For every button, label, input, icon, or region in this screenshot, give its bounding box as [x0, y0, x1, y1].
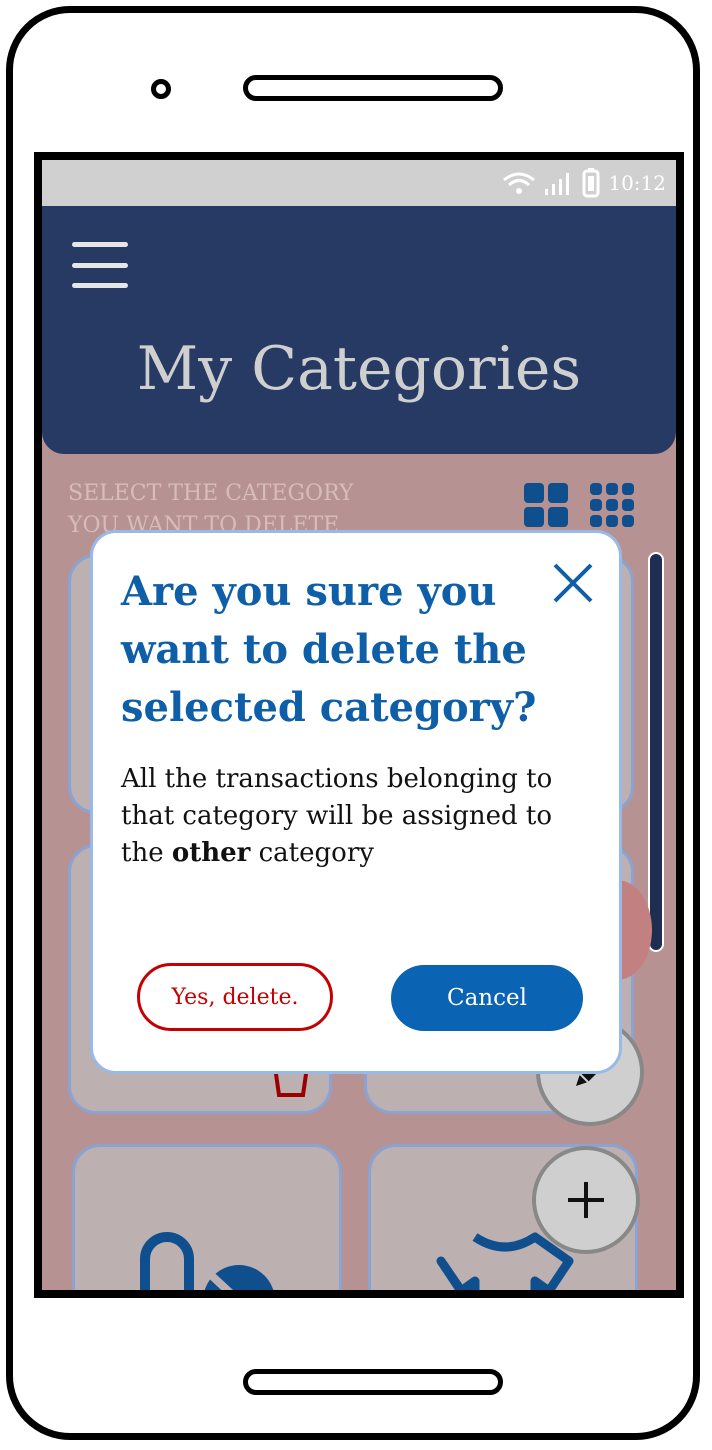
home-button[interactable]: [243, 1369, 503, 1395]
confirm-delete-button[interactable]: Yes, delete.: [137, 963, 333, 1031]
close-icon[interactable]: [549, 559, 597, 607]
add-category-button[interactable]: [532, 1146, 640, 1254]
page-title: My Categories: [136, 334, 582, 404]
speaker: [243, 75, 503, 101]
pill-icon: [140, 1232, 274, 1290]
menu-icon[interactable]: [72, 242, 128, 288]
wifi-icon: [503, 172, 536, 194]
camera: [151, 79, 171, 99]
app-header: My Categories: [42, 206, 676, 454]
battery-icon: [582, 168, 600, 198]
dialog-message: All the transactions belonging to that c…: [121, 764, 553, 868]
grid-2x2-icon[interactable]: [524, 483, 568, 527]
scrollbar[interactable]: [648, 552, 664, 952]
category-tile[interactable]: [72, 1144, 342, 1290]
plus-icon: [568, 1182, 604, 1218]
status-time: 10:12: [608, 171, 666, 195]
status-bar: 10:12: [42, 160, 676, 206]
signal-icon: [545, 173, 570, 195]
cancel-button[interactable]: Cancel: [391, 965, 583, 1031]
delete-confirmation-dialog: Are you sure you want to delete the sele…: [90, 530, 622, 1074]
dialog-title: Are you sure you want to delete the sele…: [121, 568, 537, 731]
screen: 10:12 My Categories SELECT THE CATEGORY …: [34, 152, 684, 1298]
grid-3x3-icon[interactable]: [590, 483, 634, 527]
